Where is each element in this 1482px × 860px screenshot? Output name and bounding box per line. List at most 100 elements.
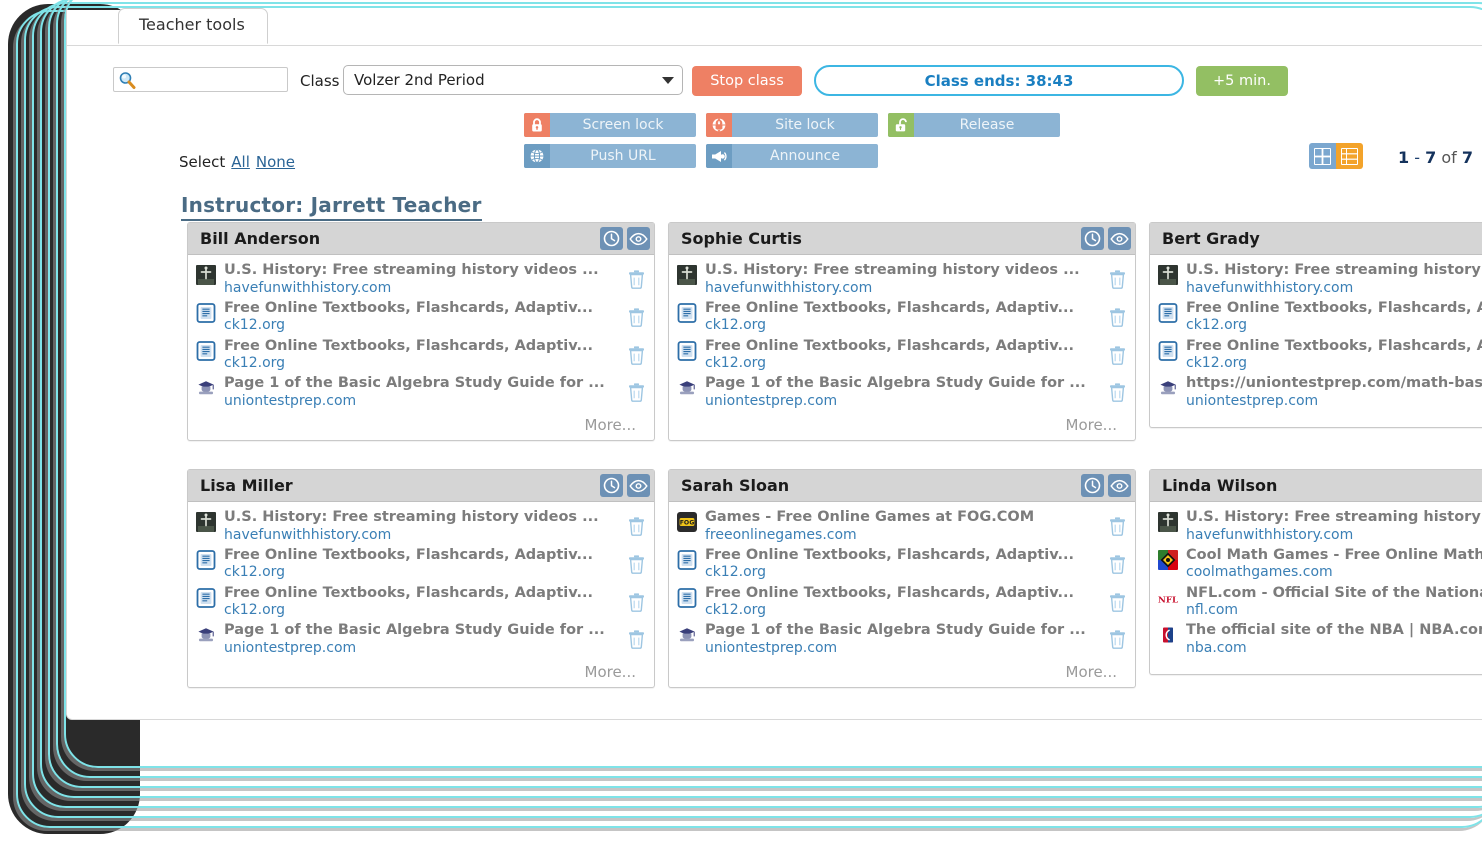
delete-history-icon[interactable] [1109,345,1129,369]
eye-icon[interactable] [1108,227,1131,250]
history-url: ck12.org [1186,355,1248,372]
list-view-icon[interactable] [1336,143,1363,169]
more-link[interactable]: More... [196,412,648,436]
delete-history-icon[interactable] [1109,270,1129,293]
student-card[interactable]: Bill Anderson U.S. History: Free streamin… [187,222,655,442]
history-title: U.S. History: Free streaming history vid… [224,262,599,278]
history-row-text: Page 1 of the Basic Algebra Study Guide … [224,375,622,410]
delete-history-icon[interactable] [1109,592,1129,616]
announce-button[interactable]: Announce [706,144,878,168]
student-card[interactable]: Sarah Sloan FOG Games - Free Online Games … [668,469,1136,689]
history-row[interactable]: Free Online Textbooks, Flashcards, Adapt… [677,584,1129,622]
history-row[interactable]: U.S. History: Free streaming history vid… [677,261,1129,299]
student-card[interactable]: Sophie Curtis U.S. History: Free streamin… [668,222,1136,442]
history-row[interactable]: The official site of the NBA | NBA.com nb… [1158,621,1482,659]
stop-class-button[interactable]: Stop class [692,66,802,96]
history-row[interactable]: Free Online Textbooks, Flashcards, Adapt… [196,337,648,375]
student-card-body: FOG Games - Free Online Games at FOG.COM f… [669,502,1135,687]
site-lock-button[interactable]: Site lock [706,113,878,137]
delete-history-icon[interactable] [628,555,648,578]
history-row[interactable]: Free Online Textbooks, Flashcards, Adapt… [677,299,1129,337]
history-row[interactable]: U.S. History: Free streaming history vid… [196,261,648,299]
tab-teacher-tools[interactable]: Teacher tools [118,8,268,44]
select-none-link[interactable]: None [256,153,295,171]
clock-icon[interactable] [600,227,623,250]
nfl-favicon: NFL [1158,587,1178,608]
history-row[interactable]: NFL NFL.com - Official Site of the Nation… [1158,584,1482,622]
history-row[interactable]: Page 1 of the Basic Algebra Study Guide … [677,374,1129,412]
eye-icon[interactable] [627,474,650,497]
eye-icon[interactable] [627,227,650,250]
history-row-text: U.S. History: Free streaming history vid… [224,262,622,297]
history-title: https://uniontestprep.com/math-basics/s.… [1186,375,1482,392]
history-row[interactable]: Free Online Textbooks, Flashcards, Adapt… [196,584,648,622]
history-row[interactable]: Free Online Textbooks, Flashcards, Adapt… [196,546,648,584]
search-box[interactable] [113,67,288,92]
clock-icon[interactable] [600,474,623,497]
more-link[interactable]: More... [677,412,1129,436]
history-url: uniontestprep.com [1186,392,1319,409]
history-row[interactable]: Free Online Textbooks, Flashcards, Adapt… [1158,299,1482,337]
clock-icon[interactable] [1081,227,1104,250]
student-card-actions [1081,227,1131,250]
delete-history-icon[interactable] [1109,308,1129,331]
delete-history-icon[interactable] [628,383,648,406]
release-button[interactable]: Release [888,113,1060,137]
ck12-favicon [677,587,697,608]
more-link[interactable]: More... [677,659,1129,683]
search-input[interactable] [137,69,277,90]
history-row[interactable]: Cool Math Games - Free Online Math Game.… [1158,546,1482,584]
delete-history-icon[interactable] [628,630,648,653]
history-row[interactable]: FOG Games - Free Online Games at FOG.COM f… [677,508,1129,546]
history-row[interactable]: U.S. History: Free streaming history vid… [1158,261,1482,299]
class-select-value: Volzer 2nd Period [354,71,485,89]
push-url-button[interactable]: Push URL [524,144,696,168]
delete-history-icon[interactable] [628,592,648,616]
student-card[interactable]: Linda Wilson U.S. History: Free streaming… [1149,469,1482,675]
history-row[interactable]: U.S. History: Free streaming history vid… [1158,508,1482,546]
history-title: Free Online Textbooks, Flashcards, Adapt… [224,584,594,601]
select-label: Select [179,153,226,171]
history-row[interactable]: Page 1 of the Basic Algebra Study Guide … [196,621,648,659]
history-row-text: Free Online Textbooks, Flashcards, Adapt… [224,300,622,335]
history-row[interactable]: Page 1 of the Basic Algebra Study Guide … [196,374,648,412]
history-row[interactable]: Free Online Textbooks, Flashcards, Adapt… [677,546,1129,584]
history-row[interactable]: https://uniontestprep.com/math-basics/s.… [1158,374,1482,412]
stop-class-label: Stop class [710,73,784,89]
add-five-minutes-button[interactable]: +5 min. [1196,66,1288,96]
grid-view-icon[interactable] [1309,143,1336,169]
history-url: ck12.org [705,564,767,581]
delete-history-icon[interactable] [628,270,648,293]
screen-lock-button[interactable]: Screen lock [524,113,696,137]
history-row[interactable]: U.S. History: Free streaming history vid… [196,508,648,546]
history-url: coolmathgames.com [1186,564,1333,581]
history-url: havefunwithhistory.com [705,279,873,296]
delete-history-icon[interactable] [1109,555,1129,578]
clock-icon[interactable] [1081,474,1104,497]
class-label: Class [300,72,340,90]
delete-history-icon[interactable] [628,345,648,369]
history-row-text: Free Online Textbooks, Flashcards, Adapt… [1186,338,1482,373]
eye-icon[interactable] [1108,474,1131,497]
student-card[interactable]: Bert Grady U.S. History: Free streaming h… [1149,222,1482,428]
history-title: Page 1 of the Basic Algebra Study Guide … [224,622,605,639]
class-select[interactable]: Volzer 2nd Period [343,65,683,95]
student-name: Bert Grady [1162,229,1260,248]
ck12-favicon [677,549,697,570]
pagination-end: 7 [1425,148,1437,167]
history-row[interactable]: Free Online Textbooks, Flashcards, Adapt… [1158,337,1482,375]
history-row[interactable]: Page 1 of the Basic Algebra Study Guide … [677,621,1129,659]
delete-history-icon[interactable] [1109,383,1129,406]
history-url: ck12.org [705,317,767,334]
history-row-text: Free Online Textbooks, Flashcards, Adapt… [705,585,1103,620]
history-row-text: Free Online Textbooks, Flashcards, Adapt… [1186,300,1482,335]
delete-history-icon[interactable] [1109,630,1129,653]
history-row[interactable]: Free Online Textbooks, Flashcards, Adapt… [677,337,1129,375]
delete-history-icon[interactable] [1109,517,1129,540]
student-card[interactable]: Lisa Miller U.S. History: Free streaming … [187,469,655,689]
history-row[interactable]: Free Online Textbooks, Flashcards, Adapt… [196,299,648,337]
delete-history-icon[interactable] [628,517,648,540]
more-link[interactable]: More... [196,659,648,683]
select-all-link[interactable]: All [231,153,250,171]
delete-history-icon[interactable] [628,308,648,331]
